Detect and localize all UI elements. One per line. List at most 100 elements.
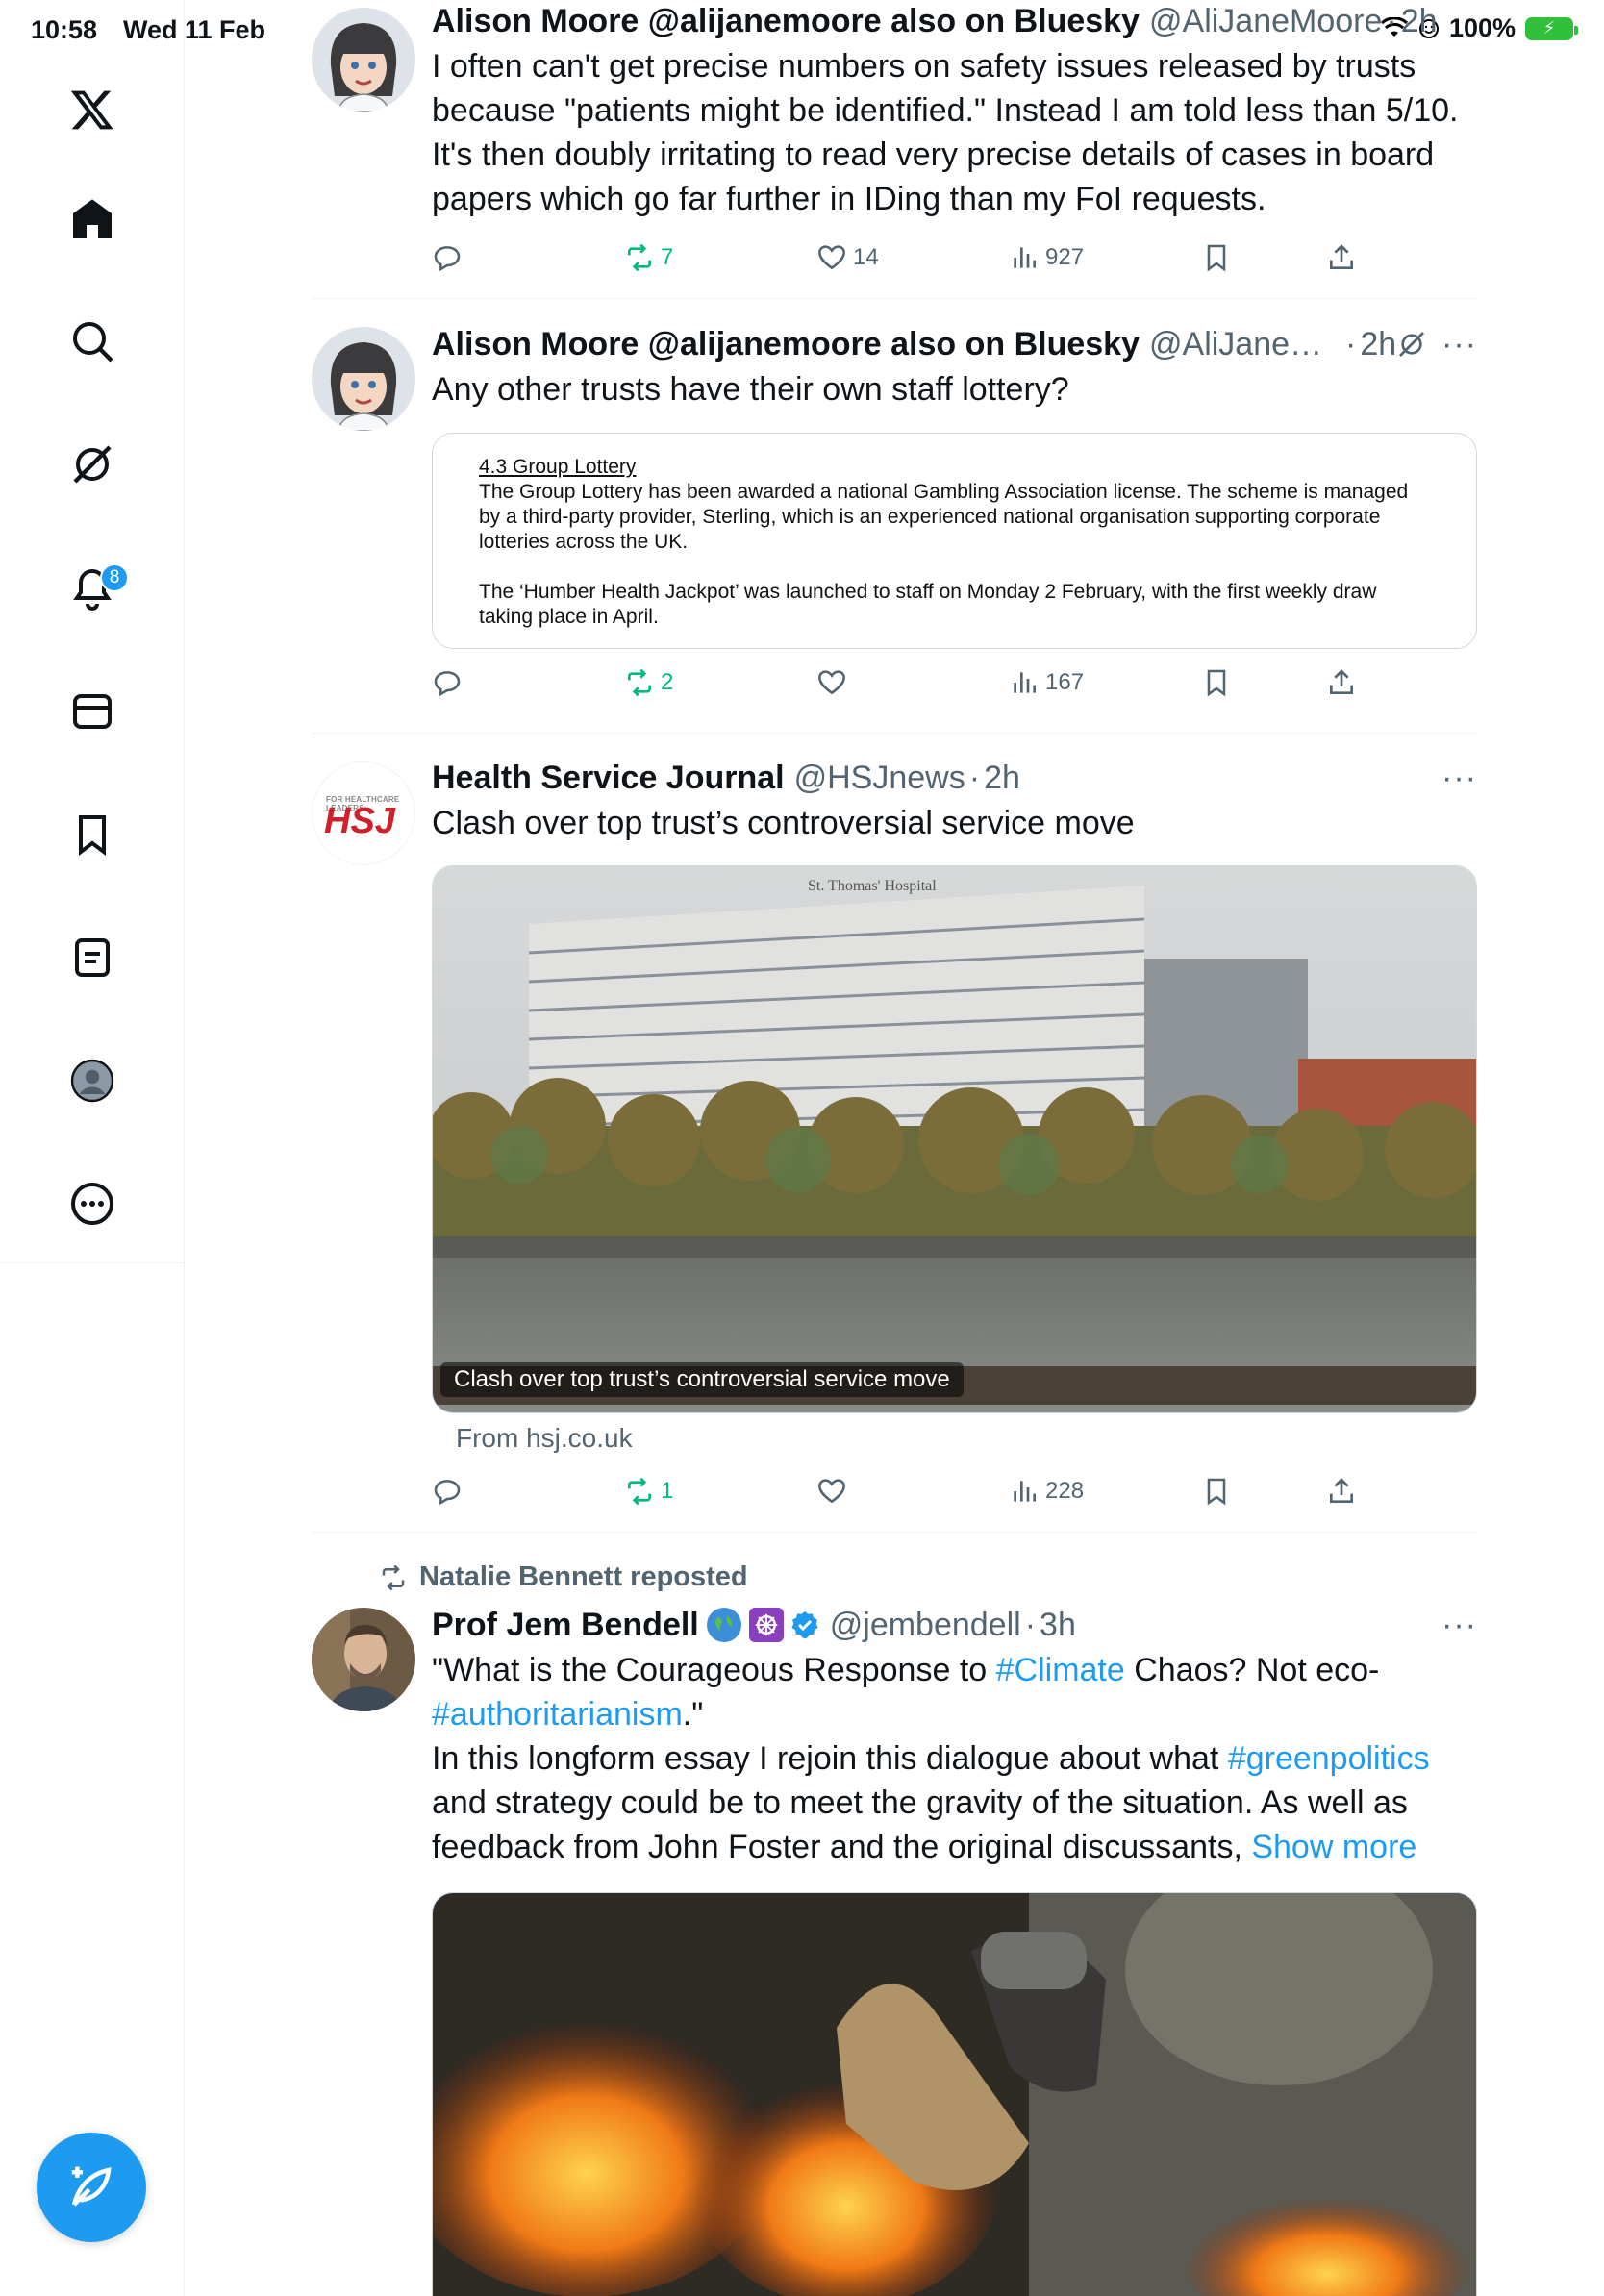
separator-dot: · — [1024, 1606, 1037, 1643]
profile-icon[interactable] — [63, 1052, 121, 1110]
tweet-image[interactable] — [432, 1892, 1477, 2296]
text-segment: In this longform essay I rejoin this dia… — [432, 1740, 1228, 1777]
avatar[interactable] — [312, 327, 415, 431]
reply-icon — [434, 671, 461, 697]
author-handle[interactable]: @AliJaneMoore — [1149, 3, 1382, 40]
views-button[interactable]: 167 — [1009, 667, 1084, 698]
views-button[interactable]: 228 — [1009, 1476, 1084, 1507]
tweet-text: Any other trusts have their own staff lo… — [432, 371, 1069, 408]
grok-icon[interactable] — [63, 436, 121, 493]
link-source[interactable]: From hsj.co.uk — [456, 1423, 633, 1454]
repost-button[interactable]: 7 — [624, 242, 673, 273]
author-handle[interactable]: @jembendell — [830, 1607, 1021, 1644]
author-handle[interactable]: @HSJnews — [794, 760, 965, 797]
tweet-divider — [312, 733, 1477, 734]
share-icon — [1330, 669, 1353, 694]
separator-dot: · — [1345, 325, 1357, 362]
attached-document-image[interactable]: 4.3 Group Lottery The Group Lottery has … — [432, 433, 1477, 649]
notifications-badge: 8 — [100, 563, 129, 592]
tweet-time[interactable]: 3h — [1040, 1607, 1076, 1644]
author-name[interactable]: Health Service Journal — [432, 760, 785, 797]
hospital-photo: St. Thomas' Hospital — [433, 866, 1476, 1412]
sidebar: 8 — [0, 0, 185, 2296]
home-icon[interactable] — [63, 190, 121, 248]
battery-icon: ⚡ — [1525, 16, 1578, 40]
card-caption: Clash over top trust’s controversial ser… — [440, 1362, 964, 1397]
bookmark-icon — [1207, 669, 1226, 697]
views-button[interactable]: 927 — [1009, 242, 1084, 273]
repost-button[interactable]: 1 — [624, 1476, 673, 1507]
author-handle[interactable]: @AliJaneM... — [1149, 326, 1341, 363]
share-button[interactable] — [1326, 242, 1357, 273]
share-button[interactable] — [1326, 667, 1357, 698]
text-segment: Chaos? Not eco- — [1124, 1652, 1380, 1688]
show-more-link[interactable]: Show more — [1251, 1829, 1416, 1865]
wheel-of-dharma-icon — [748, 1608, 784, 1642]
tweet-text: "What is the Courageous Response to #Cli… — [432, 1648, 1477, 1869]
bookmark-button[interactable] — [1201, 242, 1232, 273]
tweet-actions: 7 14 927 — [432, 242, 1369, 281]
repost-count: 2 — [661, 669, 674, 695]
logo-text: HSJ — [324, 801, 395, 841]
repost-icon — [628, 243, 651, 272]
reply-icon — [434, 246, 461, 272]
like-button[interactable] — [816, 667, 847, 698]
views-count: 167 — [1045, 669, 1085, 695]
author-name[interactable]: Alison Moore @alijanemoore also on Blues… — [432, 3, 1140, 40]
author-name[interactable]: Alison Moore @alijanemoore also on Blues… — [432, 326, 1140, 363]
text-segment: "What is the Courageous Response to — [432, 1652, 996, 1688]
share-button[interactable] — [1326, 1476, 1357, 1507]
x-logo-icon[interactable] — [63, 81, 121, 138]
more-icon[interactable] — [63, 1175, 121, 1233]
like-button[interactable]: 14 — [816, 242, 879, 273]
reply-button[interactable] — [432, 242, 463, 273]
avatar[interactable] — [312, 8, 415, 112]
views-icon — [1014, 1481, 1036, 1502]
text-segment: ." — [682, 1696, 704, 1733]
bookmark-icon — [1207, 1478, 1226, 1506]
views-count: 228 — [1045, 1478, 1085, 1504]
author-name[interactable]: Prof Jem Bendell — [432, 1607, 699, 1644]
share-icon — [1330, 1478, 1353, 1503]
more-options-icon[interactable]: ··· — [1441, 760, 1477, 797]
repost-button[interactable]: 2 — [624, 667, 673, 698]
repost-icon — [382, 1564, 405, 1590]
reply-button[interactable] — [432, 667, 463, 698]
separator-dot: · — [968, 759, 981, 796]
hashtag-link[interactable]: #greenpolitics — [1228, 1740, 1430, 1777]
tweet-divider — [312, 298, 1477, 299]
reply-button[interactable] — [432, 1476, 463, 1507]
heart-icon — [818, 670, 845, 695]
repost-icon — [628, 668, 651, 697]
more-options-icon[interactable]: ··· — [1441, 326, 1477, 363]
bookmark-button[interactable] — [1201, 667, 1232, 698]
compose-button[interactable] — [37, 2133, 146, 2242]
hashtag-link[interactable]: #Climate — [996, 1652, 1125, 1688]
repost-context[interactable]: Natalie Bennett reposted — [379, 1561, 748, 1593]
doc-paragraph: The ‘Humber Health Jackpot’ was launched… — [479, 581, 1377, 628]
tweet-actions: 1 228 — [432, 1476, 1369, 1514]
tweet-time[interactable]: 2h — [1360, 326, 1396, 363]
tweet-time[interactable]: 2h — [984, 760, 1020, 797]
tweet-time[interactable]: 2h — [1401, 3, 1438, 40]
heart-icon — [818, 1479, 845, 1504]
share-icon — [1330, 244, 1353, 269]
more-options-icon[interactable]: ··· — [1441, 1607, 1477, 1644]
messages-icon[interactable] — [63, 683, 121, 740]
grok-icon[interactable] — [1396, 329, 1427, 360]
verified-badge-icon — [789, 1610, 820, 1640]
views-count: 927 — [1045, 244, 1085, 270]
bookmarks-icon[interactable] — [63, 806, 121, 863]
like-button[interactable] — [816, 1476, 847, 1507]
link-card-image[interactable]: St. Thomas' Hospital Clash over top trus… — [432, 865, 1477, 1413]
hashtag-link[interactable]: #authoritarianism — [432, 1696, 683, 1733]
hsj-logo-avatar[interactable]: FOR HEALTHCARE LEADERS HSJ — [312, 761, 415, 865]
lists-icon[interactable] — [63, 929, 121, 986]
views-icon — [1014, 672, 1036, 693]
notifications-icon[interactable]: 8 — [63, 560, 129, 617]
avatar[interactable] — [312, 1608, 415, 1711]
tweet-text: Clash over top trust’s controversial ser… — [432, 805, 1135, 841]
like-count: 14 — [853, 244, 879, 270]
bookmark-button[interactable] — [1201, 1476, 1232, 1507]
search-icon[interactable] — [63, 312, 121, 370]
